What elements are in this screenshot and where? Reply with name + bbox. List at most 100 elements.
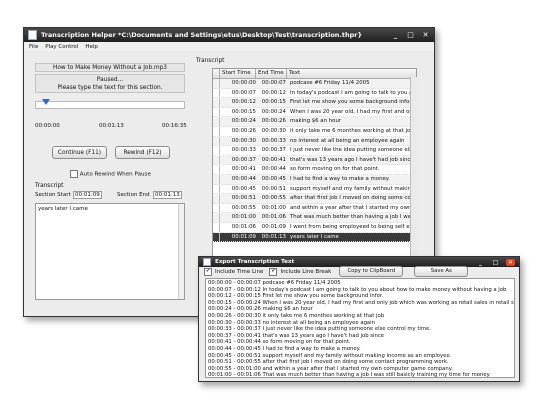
table-row[interactable]: 00:00:37 00:00:41 that's was 13 years ago … xyxy=(213,155,416,166)
position-slider[interactable] xyxy=(35,101,185,109)
status-instruction: Please type the text for this section. xyxy=(57,85,163,91)
table-row[interactable]: 00:00:30 00:00:33 no interest at all being… xyxy=(213,136,416,147)
end-time-cell: 00:00:55 xyxy=(261,195,286,202)
header-start-time[interactable]: Start Time xyxy=(220,69,256,78)
text-scrollbar[interactable] xyxy=(178,204,184,299)
table-body: 00:00:00 00:00:07 podcase #6 Friday 11/4 2… xyxy=(213,79,416,243)
end-time-cell: 00:00:26 xyxy=(261,118,286,125)
table-row[interactable]: 00:00:12 00:00:15 First let me show you so… xyxy=(213,98,416,108)
minimize-icon[interactable]: _ xyxy=(391,31,400,39)
start-time-cell: 00:01:00 xyxy=(231,214,256,221)
section-text-input[interactable]: years later I came xyxy=(35,203,185,300)
export-maximize-icon[interactable]: □ xyxy=(491,259,500,266)
copy-to-clipboard-button[interactable]: Copy to ClipBoard xyxy=(339,266,404,277)
text-cell: That was much better than having a job I… xyxy=(290,214,416,221)
start-time-cell: 00:00:41 xyxy=(231,166,256,173)
export-line: 00:00:45 - 00:00:51 support myself and m… xyxy=(208,352,452,359)
export-minimize-icon[interactable]: _ xyxy=(476,259,485,266)
export-close-icon[interactable]: ✕ xyxy=(506,258,515,266)
menu-bar: File Play Control Help xyxy=(24,42,434,51)
header-text[interactable]: Text xyxy=(287,69,416,78)
include-time-line-checkbox[interactable] xyxy=(204,267,212,276)
export-line: 00:01:00 - 00:01:06 That was much better… xyxy=(208,372,491,378)
start-time-cell: 00:00:44 xyxy=(231,175,256,182)
table-header: Start Time End Time Text xyxy=(213,69,416,79)
save-as-button[interactable]: Save As xyxy=(414,266,469,277)
menu-play-control[interactable]: Play Control xyxy=(45,44,78,50)
start-time-cell: 00:01:06 xyxy=(231,223,256,230)
auto-rewind-checkbox[interactable] xyxy=(70,170,78,178)
export-line: 00:00:24 - 00:00:26 making $6 an hour xyxy=(208,306,313,313)
table-row[interactable]: 00:00:26 00:00:30 it only take me 6 monthe… xyxy=(213,126,416,137)
start-time-cell: 00:01:09 xyxy=(231,233,256,240)
export-window: Export Transcription Text _ □ ✕ Include … xyxy=(198,256,520,382)
table-row[interactable]: 00:00:45 00:00:51 support myself and my fa… xyxy=(213,184,416,195)
text-cell: I just never like the idea putting someo… xyxy=(290,147,416,154)
table-row[interactable]: 00:00:15 00:00:24 When I was 20 year old, … xyxy=(213,107,416,118)
start-time-cell: 00:00:55 xyxy=(231,204,256,211)
start-time-cell: 00:00:07 xyxy=(231,89,256,96)
menu-file[interactable]: File xyxy=(29,44,38,50)
section-heading: Transcript xyxy=(35,183,64,189)
status-box: Paused... Please type the text for this … xyxy=(35,74,185,93)
table-row[interactable]: 00:00:07 00:00:12 In today's podcast I am … xyxy=(213,88,416,99)
start-time-cell: 00:00:24 xyxy=(231,118,256,125)
text-cell: no interest at all being an employee aga… xyxy=(290,137,405,144)
export-line: 00:00:15 - 00:00:24 When I was 20 year o… xyxy=(208,299,515,306)
end-time-cell: 00:00:37 xyxy=(261,147,286,154)
time-start: 00:00:00 xyxy=(35,123,60,129)
end-time-cell: 00:01:00 xyxy=(261,204,286,211)
auto-rewind-option[interactable]: Auto Rewind When Pause xyxy=(70,170,151,178)
start-time-cell: 00:00:15 xyxy=(231,108,256,115)
export-line: 00:00:51 - 00:00:55 after that first job… xyxy=(208,359,449,366)
end-time-cell: 00:00:24 xyxy=(261,108,286,115)
end-time-cell: 00:01:09 xyxy=(261,223,286,230)
table-row[interactable]: 00:00:24 00:00:26 making $6 an hour xyxy=(213,117,416,127)
table-row[interactable]: 00:01:09 00:01:13 years later I came xyxy=(213,232,416,243)
text-cell: In today's podcast I am going to talk to… xyxy=(290,89,416,96)
text-cell: so form moving on for that point. xyxy=(290,166,380,173)
maximize-icon[interactable]: □ xyxy=(406,31,415,39)
export-line: 00:00:26 - 00:00:30 it only take me 6 mo… xyxy=(208,312,385,319)
close-icon[interactable]: ✕ xyxy=(421,31,430,39)
table-row[interactable]: 00:00:44 00:00:45 I had to find a way to m… xyxy=(213,174,416,185)
export-app-icon xyxy=(203,258,211,266)
start-time-cell: 00:00:12 xyxy=(231,99,256,106)
export-text-area[interactable]: 00:00:00 - 00:00:07 podcase #6 Friday 11… xyxy=(205,278,515,378)
end-time-cell: 00:00:07 xyxy=(261,80,286,86)
section-start-field[interactable]: 00:01:09 xyxy=(73,191,102,199)
slider-thumb[interactable] xyxy=(42,99,51,105)
text-cell: after that first job I moved on doing so… xyxy=(290,195,416,202)
text-cell: making $6 an hour xyxy=(290,118,342,125)
export-line: 00:00:44 - 00:00:45 I had to find a way … xyxy=(208,345,361,352)
header-end-time[interactable]: End Time xyxy=(256,69,287,78)
table-row[interactable]: 00:00:00 00:00:07 podcase #6 Friday 11/4 2… xyxy=(213,79,416,89)
export-line: 00:00:30 - 00:00:33 no interest at all b… xyxy=(208,319,376,326)
end-time-cell: 00:01:13 xyxy=(261,233,286,240)
continue-button[interactable]: Continue (F11) xyxy=(52,146,107,159)
start-time-cell: 00:00:30 xyxy=(231,137,256,144)
menu-help[interactable]: Help xyxy=(85,44,98,50)
text-cell: When I was 20 year old, I had my first a… xyxy=(290,108,416,115)
start-time-cell: 00:00:00 xyxy=(231,80,256,86)
table-row[interactable]: 00:01:06 00:01:09 I went from being employ… xyxy=(213,222,416,233)
time-end: 00:16:35 xyxy=(162,123,187,129)
end-time-cell: 00:00:33 xyxy=(261,137,286,144)
text-cell: and within a year after that I started m… xyxy=(290,204,416,211)
end-time-cell: 00:00:30 xyxy=(261,127,286,134)
rewind-button[interactable]: Rewind (F12) xyxy=(115,146,170,159)
start-time-cell: 00:00:37 xyxy=(231,156,256,163)
section-end-field[interactable]: 00:01:13 xyxy=(153,191,182,199)
table-row[interactable]: 00:01:00 00:01:06 That was much better tha… xyxy=(213,213,416,223)
include-line-break-checkbox[interactable] xyxy=(269,267,278,276)
file-name-field: How to Make Money Without a Job.mp3 xyxy=(35,63,185,72)
text-cell: podcase #6 Friday 11/4 2005 xyxy=(290,80,370,86)
table-row[interactable]: 00:00:33 00:00:37 I just never like the id… xyxy=(213,146,416,156)
export-line: 00:00:00 - 00:00:07 podcase #6 Friday 11… xyxy=(208,280,341,286)
text-cell: it only take me 6 monthes working at tha… xyxy=(290,127,414,134)
table-row[interactable]: 00:00:55 00:01:00 and within a year after … xyxy=(213,203,416,214)
export-line: 00:00:12 - 00:00:15 First let me show yo… xyxy=(208,293,384,300)
table-row[interactable]: 00:00:41 00:00:44 so form moving on for th… xyxy=(213,165,416,175)
table-row[interactable]: 00:00:51 00:00:55 after that first job I m… xyxy=(213,194,416,204)
main-title-bar[interactable]: Transcription Helper *C:\Documents and S… xyxy=(24,28,434,42)
